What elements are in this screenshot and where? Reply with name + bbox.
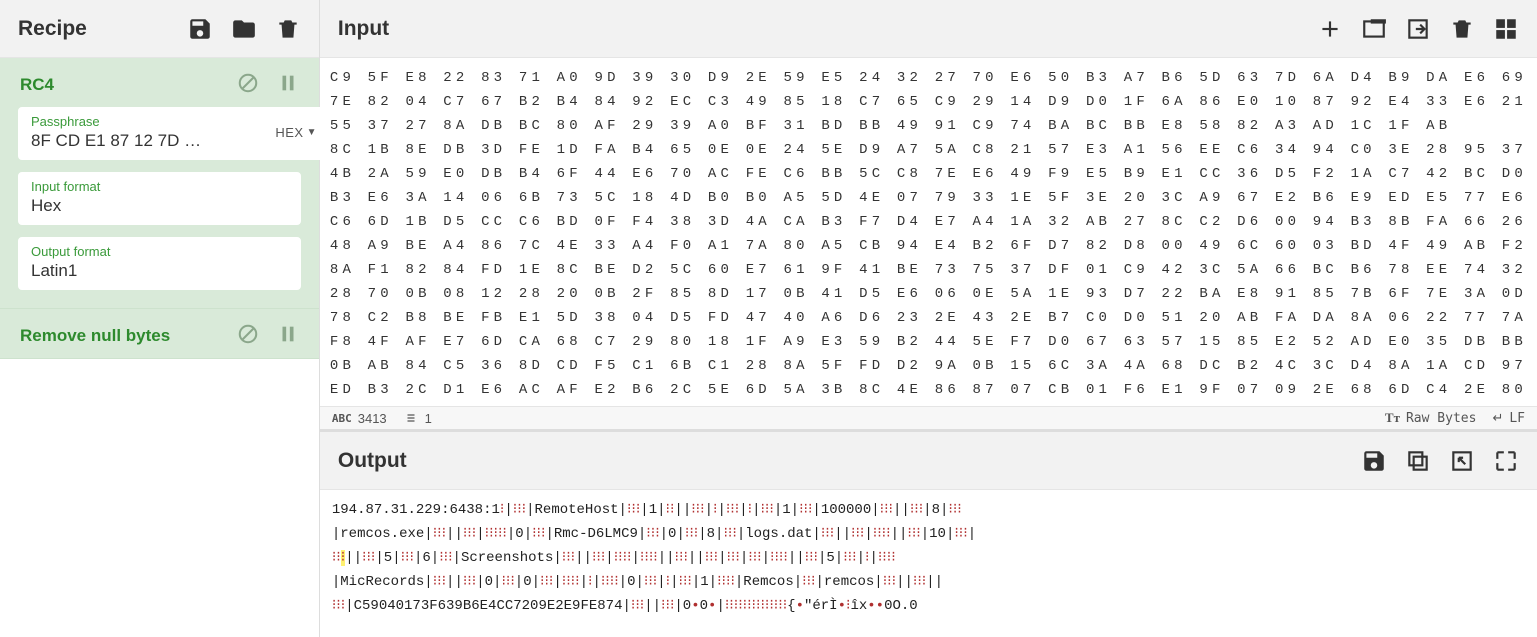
open-file-icon[interactable] — [1405, 16, 1431, 42]
recipe-title: Recipe — [18, 17, 87, 41]
char-count: ABC 3413 — [332, 411, 387, 426]
app-root: Recipe RC4 — [0, 0, 1537, 637]
breakpoint-icon[interactable] — [277, 72, 299, 97]
output-section: Output 194.87.31.229:6438:1⁝| — [320, 430, 1537, 637]
output-header: Output — [320, 432, 1537, 490]
add-input-tab-icon[interactable] — [1317, 16, 1343, 42]
maximize-output-icon[interactable] — [1493, 448, 1519, 474]
passphrase-type-toggle[interactable]: HEX ▼ — [275, 125, 317, 140]
output-format-field[interactable]: Output format Latin1 — [18, 237, 301, 290]
input-format-field[interactable]: Input format Hex — [18, 172, 301, 225]
io-panel: Input — [320, 0, 1537, 637]
operation-title: Remove null bytes — [20, 326, 170, 346]
input-header: Input — [320, 0, 1537, 58]
save-recipe-icon[interactable] — [187, 16, 213, 42]
passphrase-value: 8F CD E1 87 12 7D … — [31, 131, 201, 151]
save-output-icon[interactable] — [1361, 448, 1387, 474]
passphrase-label: Passphrase — [31, 114, 201, 129]
input-text[interactable]: C9 5F E8 22 83 71 A0 9D 39 30 D9 2E 59 E… — [320, 58, 1537, 406]
operation-rc4[interactable]: RC4 Passphrase 8F CD E1 87 12 7D … — [0, 58, 319, 309]
input-format-label: Input format — [31, 179, 288, 194]
input-status-bar: ABC 3413 1 Tᴛ Raw Bytes ↵ LF — [320, 406, 1537, 429]
recipe-panel: Recipe RC4 — [0, 0, 320, 637]
operation-title: RC4 — [20, 75, 54, 95]
chevron-down-icon: ▼ — [307, 127, 317, 138]
line-count: 1 — [405, 411, 432, 426]
output-title: Output — [338, 449, 407, 473]
passphrase-field[interactable]: Passphrase 8F CD E1 87 12 7D … HEX ▼ — [18, 107, 330, 160]
operation-remove-null-bytes[interactable]: Remove null bytes — [0, 309, 319, 359]
output-format-label: Output format — [31, 244, 288, 259]
load-recipe-icon[interactable] — [231, 16, 257, 42]
recipe-header: Recipe — [0, 0, 319, 58]
output-text[interactable]: 194.87.31.229:6438:1⁝|⁝⁝⁝|RemoteHost|⁝⁝⁝… — [320, 490, 1537, 626]
breakpoint-icon[interactable] — [277, 323, 299, 348]
input-section: Input — [320, 0, 1537, 430]
disable-operation-icon[interactable] — [237, 72, 259, 97]
open-folder-tab-icon[interactable] — [1361, 16, 1387, 42]
disable-operation-icon[interactable] — [237, 323, 259, 348]
replace-input-icon[interactable] — [1449, 448, 1475, 474]
clear-input-icon[interactable] — [1449, 16, 1475, 42]
clear-recipe-icon[interactable] — [275, 16, 301, 42]
copy-output-icon[interactable] — [1405, 448, 1431, 474]
input-settings-icon[interactable] — [1493, 16, 1519, 42]
encoding-toggle[interactable]: Tᴛ Raw Bytes — [1385, 410, 1477, 426]
eol-toggle[interactable]: ↵ LF — [1492, 410, 1525, 426]
output-format-value: Latin1 — [31, 261, 288, 281]
recipe-actions — [187, 16, 301, 42]
input-title: Input — [338, 17, 389, 41]
input-format-value: Hex — [31, 196, 288, 216]
